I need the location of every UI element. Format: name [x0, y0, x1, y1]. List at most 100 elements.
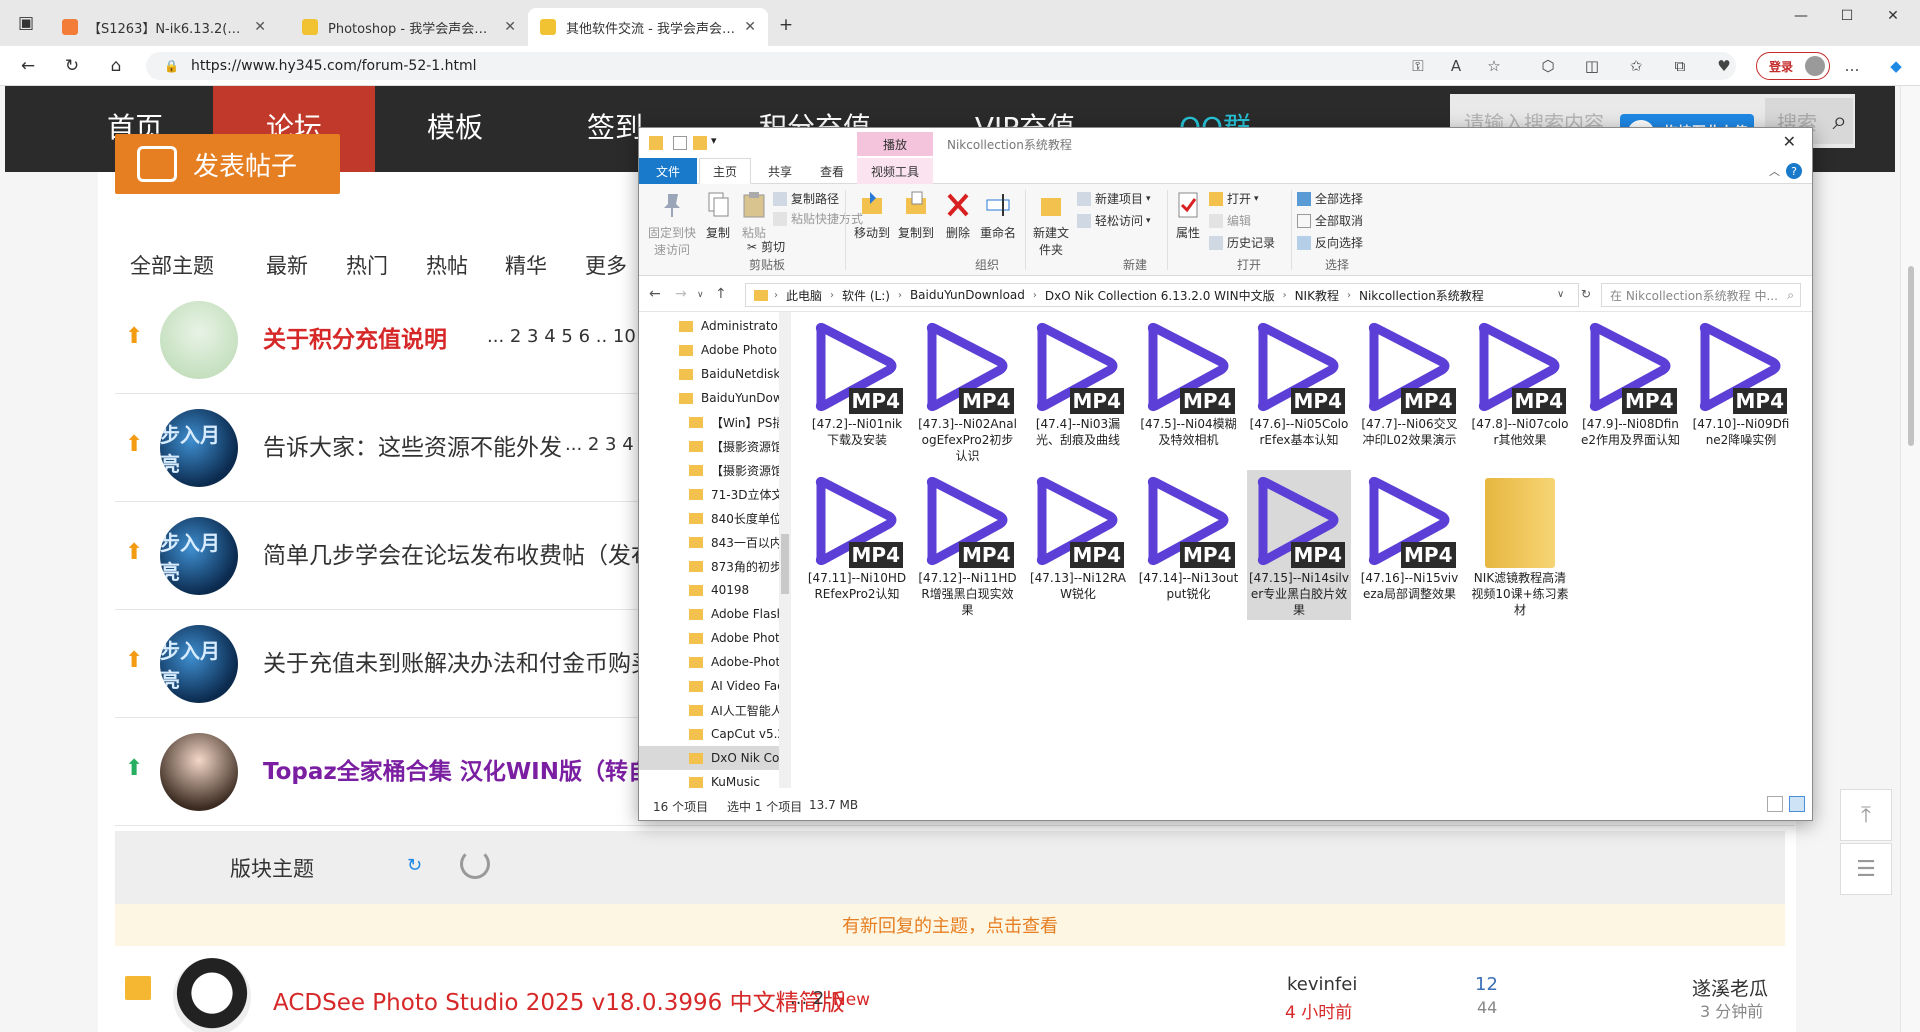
avatar[interactable]: 步入月亮	[160, 625, 238, 703]
properties-button[interactable]: 属性	[1173, 190, 1203, 241]
nav-folder[interactable]: Administrator	[679, 314, 789, 338]
cut-button[interactable]: ✂ 剪切	[747, 238, 785, 255]
select-all-button[interactable]: 全部选择	[1297, 190, 1363, 207]
video-file-item[interactable]: MP4 [47.12]--Ni11HDR增强黑白现实效果	[916, 470, 1020, 620]
nav-folder[interactable]: AI Video Fac	[689, 674, 791, 698]
filter-digest[interactable]: 精华	[505, 250, 547, 280]
explorer-search-input[interactable]: 在 Nikcollection系统教程 中... ⌕	[1601, 283, 1801, 307]
paste-shortcut-button[interactable]: 粘贴快捷方式	[773, 210, 863, 227]
video-file-item[interactable]: MP4 [47.15]--Ni14silver专业黑白胶片效果	[1247, 470, 1351, 620]
invert-selection-button[interactable]: 反向选择	[1297, 234, 1363, 251]
nav-folder[interactable]: 【摄影资源馆	[689, 458, 791, 482]
move-to-button[interactable]: 移动到	[851, 190, 893, 241]
nav-folder[interactable]: 71-3D立体文	[689, 482, 791, 506]
nav-folder[interactable]: KuMusic	[689, 770, 791, 788]
reply-count[interactable]: 12	[1475, 974, 1498, 995]
minimize-icon[interactable]: —	[1778, 0, 1824, 32]
refresh-icon[interactable]: ↻	[58, 52, 86, 80]
nav-folder[interactable]: 843一百以内	[689, 530, 791, 554]
thread-pages[interactable]: ... 2 3 4 5 6 .. 10	[487, 326, 636, 347]
login-button[interactable]: 登录	[1756, 52, 1830, 80]
avatar[interactable]: 步入月亮	[160, 409, 238, 487]
new-item-button[interactable]: 新建项目 ▾	[1077, 190, 1151, 207]
back-to-top-icon[interactable]: ⤒	[1840, 789, 1892, 841]
extensions-icon[interactable]: ⬡	[1536, 54, 1560, 78]
avatar[interactable]	[160, 301, 238, 379]
nav-folder[interactable]: 840长度单位	[689, 506, 791, 530]
new-reply-notice[interactable]: 有新回复的主题，点击查看	[115, 904, 1785, 946]
nav-templates[interactable]: 模板	[385, 86, 525, 172]
favorite-star-icon[interactable]: ☆	[1482, 54, 1506, 78]
video-file-item[interactable]: MP4 [47.3]--Ni02AnalogEfexPro2初步认识	[916, 316, 1020, 466]
breadcrumb-baiduyun[interactable]: BaiduYunDownload	[910, 288, 1025, 302]
video-file-item[interactable]: MP4 [47.4]--Ni03漏光、刮痕及曲线	[1026, 316, 1130, 466]
close-window-icon[interactable]: ✕	[1870, 0, 1916, 32]
collections-icon[interactable]: ⧉	[1668, 54, 1692, 78]
nav-folder[interactable]: 【摄影资源馆	[689, 434, 791, 458]
new-folder-button[interactable]: 新建文件夹	[1031, 190, 1071, 258]
filter-latest[interactable]: 最新	[266, 250, 308, 280]
tab-view[interactable]: 查看	[807, 158, 857, 184]
read-aloud-icon[interactable]: A	[1444, 54, 1468, 78]
thread-pages[interactable]: ... 2	[790, 988, 824, 1009]
scrollbar-thumb[interactable]	[1908, 266, 1914, 446]
copilot-icon[interactable]: ◆	[1884, 54, 1908, 78]
path-dropdown-icon[interactable]: ∨	[1557, 289, 1564, 300]
open-button[interactable]: 打开 ▾	[1209, 190, 1259, 207]
browser-tab-2[interactable]: Photoshop - 我学会声会影 - Pow ✕	[290, 8, 528, 46]
home-icon[interactable]: ⌂	[102, 52, 130, 80]
nav-folder[interactable]: Adobe Flash	[689, 602, 791, 626]
rename-button[interactable]: 重命名	[977, 190, 1019, 241]
paste-button[interactable]: 粘贴	[737, 190, 771, 241]
nav-folder[interactable]: CapCut v5.2	[689, 722, 791, 746]
address-breadcrumb[interactable]: › 此电脑 › 软件 (L:) › BaiduYunDownload › DxO…	[745, 283, 1579, 307]
close-tab-icon[interactable]: ✕	[744, 19, 756, 35]
tab-home[interactable]: 主页	[699, 158, 751, 184]
page-scrollbar[interactable]	[1900, 86, 1920, 1032]
edit-button[interactable]: 编辑	[1209, 212, 1251, 229]
forward-icon[interactable]: →	[675, 286, 687, 302]
history-button[interactable]: 历史记录	[1209, 234, 1275, 251]
recent-locations-icon[interactable]: ∨	[697, 290, 704, 300]
filter-more[interactable]: 更多	[585, 250, 627, 280]
nav-folder[interactable]: Adobe Phot	[689, 626, 791, 650]
easy-access-button[interactable]: 轻松访问 ▾	[1077, 212, 1151, 229]
properties-quick-icon[interactable]	[673, 136, 687, 150]
more-menu-icon[interactable]: …	[1840, 54, 1864, 78]
thread-title[interactable]: 关于积分充值说明	[263, 320, 447, 354]
select-none-button[interactable]: 全部取消	[1297, 212, 1363, 229]
close-tab-icon[interactable]: ✕	[254, 19, 266, 35]
thread-title[interactable]: Topaz全家桶合集 汉化WIN版（转自8	[263, 752, 667, 786]
thread-pages[interactable]: ... 2 3 4	[565, 434, 634, 455]
breadcrumb-drive[interactable]: 软件 (L:)	[842, 287, 890, 304]
back-icon[interactable]: ←	[14, 52, 42, 80]
help-icon[interactable]: ?	[1786, 163, 1802, 179]
collapse-ribbon-icon[interactable]: ︿	[1769, 163, 1780, 179]
large-icons-view-icon[interactable]	[1789, 796, 1805, 812]
video-file-item[interactable]: MP4 [47.14]--Ni13output锐化	[1137, 470, 1241, 620]
video-file-item[interactable]: MP4 [47.6]--Ni05ColorEfex基本认知	[1247, 316, 1351, 466]
nav-folder[interactable]: Adobe Photo	[679, 338, 789, 362]
back-icon[interactable]: ←	[649, 286, 661, 302]
browser-tab-1[interactable]: 【S1263】N-ik6.13.2(Nik插件套装 ✕	[50, 8, 278, 46]
nav-folder[interactable]: BaiduNetdisk	[679, 362, 789, 386]
last-reply-user[interactable]: 遂溪老瓜	[1692, 974, 1768, 1001]
thread-title[interactable]: 简单几步学会在论坛发布收费帖（发布	[263, 536, 654, 570]
nav-folder[interactable]: Adobe-Phot	[689, 650, 791, 674]
list-icon[interactable]: ☰	[1840, 843, 1892, 895]
new-folder-quick-icon[interactable]	[693, 136, 707, 150]
copy-to-button[interactable]: 复制到	[895, 190, 937, 241]
thread-title[interactable]: 告诉大家：这些资源不能外发	[263, 428, 562, 462]
thread-title[interactable]: 关于充值未到账解决办法和付金币购买	[263, 644, 654, 678]
details-view-icon[interactable]	[1767, 796, 1783, 812]
tab-file[interactable]: 文件	[639, 158, 697, 184]
new-tab-icon[interactable]: +	[772, 11, 800, 39]
video-file-item[interactable]: MP4 [47.7]--Ni06交叉冲印L02效果演示	[1358, 316, 1462, 466]
tab-actions-icon[interactable]: ▣	[12, 9, 40, 37]
refresh-icon[interactable]: ↻	[407, 855, 422, 876]
thread-title[interactable]: ACDSee Photo Studio 2025 v18.0.3996 中文精简…	[273, 983, 845, 1017]
nav-folder[interactable]: 40198	[689, 578, 791, 602]
favorites-icon[interactable]: ✩	[1624, 54, 1648, 78]
nav-folder[interactable]: 873角的初步	[689, 554, 791, 578]
nav-folder[interactable]: AI人工智能人	[689, 698, 791, 722]
